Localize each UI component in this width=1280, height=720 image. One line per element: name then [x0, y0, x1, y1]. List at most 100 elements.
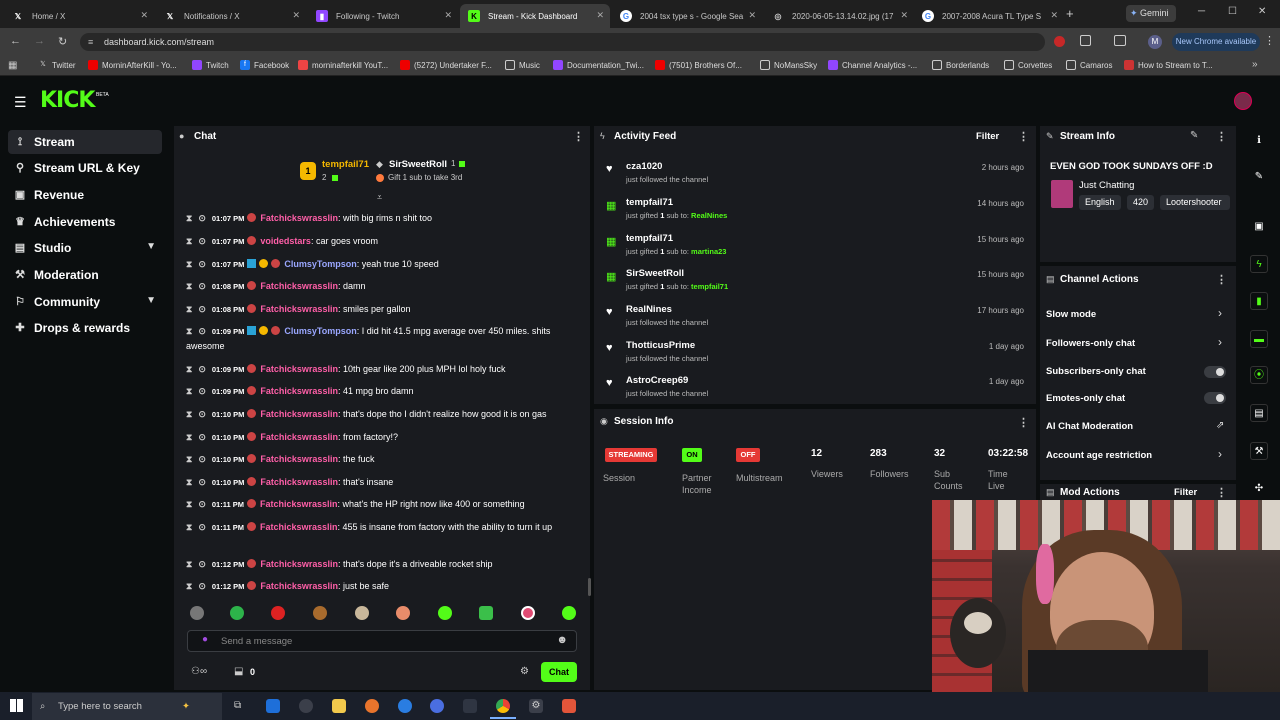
app-icon[interactable] [398, 699, 412, 713]
clock-icon[interactable]: ⊙ [198, 326, 206, 336]
file-explorer-icon[interactable] [332, 699, 346, 713]
gemini-button[interactable]: ✦ Gemini [1126, 5, 1176, 22]
hourglass-icon[interactable]: ⧗ [186, 236, 192, 246]
app-icon[interactable] [365, 699, 379, 713]
emote-icon[interactable] [438, 606, 452, 620]
edit-icon[interactable]: ✎ [1190, 130, 1198, 141]
new-tab-icon[interactable]: + [1066, 6, 1074, 21]
tag-lootershooter[interactable]: Lootershooter [1160, 195, 1230, 210]
clock-icon[interactable]: ⊙ [198, 581, 206, 591]
emote-icon[interactable] [521, 606, 535, 620]
mod-actions-menu-icon[interactable]: ⋮ [1216, 486, 1227, 499]
chat-username[interactable]: Fatchickswrasslin [260, 581, 338, 591]
close-tab-icon[interactable]: ✕ [292, 10, 300, 21]
broadcast-icon[interactable]: ⦿ [1250, 366, 1268, 384]
sidebar-item-studio[interactable]: ▤ Studio ▼ [8, 236, 162, 260]
hourglass-icon[interactable]: ⧗ [186, 454, 192, 464]
emotes-only-toggle[interactable] [1204, 392, 1226, 404]
sidebar-item-stream-url-key[interactable]: ⚲ Stream URL & Key [8, 156, 162, 180]
sidebar-item-drops-rewards[interactable]: ✚ Drops & rewards [8, 316, 162, 340]
activity-username[interactable]: tempfail71 [626, 233, 673, 244]
clock-icon[interactable]: ⊙ [198, 281, 206, 291]
close-tab-icon[interactable]: ✕ [1050, 10, 1058, 21]
chrome-icon[interactable] [496, 699, 510, 713]
tab-google-tsx[interactable]: G 2004 tsx type s - Google Sea ✕ [612, 4, 762, 28]
microphone-icon[interactable]: ● [202, 634, 208, 645]
chat-username[interactable]: Fatchickswrasslin [260, 499, 338, 509]
activity-username[interactable]: AstroCreep69 [626, 375, 688, 386]
chat-username[interactable]: Fatchickswrasslin [260, 364, 338, 374]
chat-commands-icon[interactable]: ⚇∞ [191, 666, 207, 677]
close-tab-icon[interactable]: ✕ [900, 10, 908, 21]
bookmark-folder-borderlands[interactable]: Borderlands [932, 60, 989, 70]
emote-icon[interactable] [562, 606, 576, 620]
close-tab-icon[interactable]: ✕ [444, 10, 452, 21]
bookmark-channel-analytics[interactable]: Channel Analytics -... [828, 60, 917, 70]
emote-icon[interactable] [313, 606, 327, 620]
chevron-right-icon[interactable]: › [1218, 447, 1222, 461]
new-chrome-available-button[interactable]: New Chrome available [1172, 33, 1260, 51]
chat-username[interactable]: Fatchickswrasslin [260, 281, 338, 291]
followers-only-chat-item[interactable]: Followers-only chat [1046, 338, 1135, 349]
tab-image[interactable]: ◎ 2020-06-05-13.14.02.jpg (17 ✕ [764, 4, 914, 28]
clock-icon[interactable]: ⊙ [198, 364, 206, 374]
activity-username[interactable]: RealNines [626, 304, 672, 315]
chat-username[interactable]: Fatchickswrasslin [260, 454, 338, 464]
activity-username[interactable]: cza1020 [626, 161, 662, 172]
app-icon[interactable] [299, 699, 313, 713]
leaderboard-first-name[interactable]: tempfail71 [322, 159, 369, 170]
hourglass-icon[interactable]: ⧗ [186, 386, 192, 396]
tab-twitch[interactable]: ▮ Following - Twitch ✕ [308, 4, 458, 28]
activity-username[interactable]: SirSweetRoll [626, 268, 684, 279]
gift-prompt[interactable]: Gift 1 sub to take 3rd [388, 173, 462, 182]
close-tab-icon[interactable]: ✕ [596, 10, 604, 21]
sidebar-item-stream[interactable]: ⟟ Stream [8, 130, 162, 154]
url-bar[interactable]: ≡ dashboard.kick.com/stream [80, 33, 1045, 51]
bookmark-brothers-of[interactable]: (7501) Brothers Of... [655, 60, 742, 70]
channel-actions-menu-icon[interactable]: ⋮ [1216, 273, 1227, 286]
tab-home-x[interactable]: 𝕏 Home / X ✕ [4, 4, 154, 28]
chat-menu-icon[interactable]: ⋮ [573, 130, 584, 143]
hourglass-icon[interactable]: ⧗ [186, 326, 192, 336]
session-icon[interactable]: ▮ [1250, 292, 1268, 310]
bookmark-twitch[interactable]: Twitch [192, 60, 229, 70]
hourglass-icon[interactable]: ⧗ [186, 522, 192, 532]
user-avatar[interactable] [1234, 92, 1252, 110]
sidebar-item-moderation[interactable]: ⚒ Moderation [8, 263, 162, 287]
bookmark-folder-camaros[interactable]: Camaros [1066, 60, 1112, 70]
chat-username[interactable]: Fatchickswrasslin [260, 522, 338, 532]
chat-username[interactable]: Fatchickswrasslin [260, 559, 338, 569]
extension-icon[interactable] [1054, 36, 1065, 47]
chat-username[interactable]: Fatchickswrasslin [260, 409, 338, 419]
scroll-down-icon[interactable]: ⩡ [377, 192, 382, 203]
tag-english[interactable]: English [1079, 195, 1121, 210]
info-icon[interactable]: ℹ [1250, 132, 1268, 150]
activity-username[interactable]: ThotticusPrime [626, 340, 695, 351]
forward-icon[interactable]: → [34, 35, 45, 47]
chat-scrollbar[interactable] [588, 578, 591, 596]
clock-icon[interactable]: ⊙ [198, 236, 206, 246]
screenshot-icon[interactable] [1114, 35, 1126, 46]
hourglass-icon[interactable]: ⧗ [186, 581, 192, 591]
layout-icon[interactable]: ▣ [1250, 218, 1268, 236]
stream-info-menu-icon[interactable]: ⋮ [1216, 130, 1227, 143]
gift-recipient[interactable]: martina23 [691, 247, 726, 256]
bookmark-folder-music[interactable]: Music [505, 60, 540, 70]
bookmark-undertaker[interactable]: (5272) Undertaker F... [400, 60, 492, 70]
app-icon[interactable] [430, 699, 444, 713]
profile-avatar[interactable]: M [1148, 35, 1162, 49]
clock-icon[interactable]: ⊙ [198, 559, 206, 569]
emote-icon[interactable] [396, 606, 410, 620]
chat-username[interactable]: Fatchickswrasslin [260, 432, 338, 442]
bookmark-documentation[interactable]: Documentation_Twi... [553, 60, 644, 70]
hourglass-icon[interactable]: ⧗ [186, 281, 192, 291]
tab-kick-dashboard[interactable]: K Stream - Kick Dashboard ✕ [460, 4, 610, 28]
bookmark-morninafterkill-youtube[interactable]: MorninAfterKill - Yo... [88, 60, 177, 70]
subscribers-only-toggle[interactable] [1204, 366, 1226, 378]
taskbar-search-input[interactable]: ⌕ Type here to search ✦ [32, 693, 222, 720]
clock-icon[interactable]: ⊙ [198, 454, 206, 464]
session-menu-icon[interactable]: ⋮ [1018, 416, 1029, 429]
close-tab-icon[interactable]: ✕ [748, 10, 756, 21]
clock-icon[interactable]: ⊙ [198, 304, 206, 314]
tab-google-acura[interactable]: G 2007-2008 Acura TL Type S ✕ [914, 4, 1064, 28]
